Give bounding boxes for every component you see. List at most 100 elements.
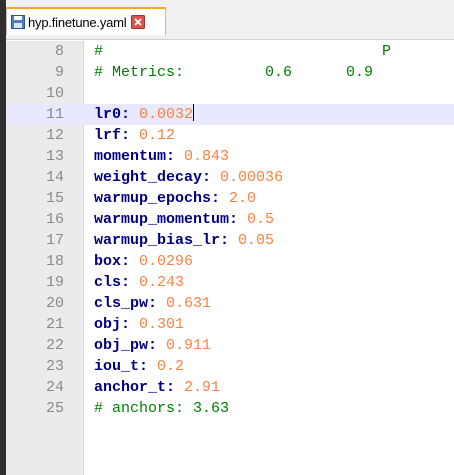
yaml-key: lrf bbox=[94, 127, 122, 144]
yaml-value: 0.631 bbox=[166, 295, 212, 312]
code-text: lrf: 0.12 bbox=[94, 125, 175, 146]
line-number: 8 bbox=[54, 43, 64, 60]
code-line[interactable]: 17 warmup_bias_lr: 0.05 bbox=[6, 230, 454, 251]
line-number: 23 bbox=[45, 358, 64, 375]
yaml-value: 0.05 bbox=[238, 232, 275, 249]
code-line[interactable]: 25 # anchors: 3.63 bbox=[6, 398, 454, 419]
yaml-colon: : bbox=[166, 379, 185, 396]
line-number: 21 bbox=[45, 316, 64, 333]
code-line[interactable]: 12 lrf: 0.12 bbox=[6, 125, 454, 146]
yaml-key: box bbox=[94, 253, 122, 270]
code-text: warmup_momentum: 0.5 bbox=[94, 209, 274, 230]
code-text: warmup_epochs: 2.0 bbox=[94, 188, 256, 209]
yaml-key: anchor_t bbox=[94, 379, 167, 396]
yaml-value: 0.0032 bbox=[139, 106, 194, 123]
yaml-key: weight_decay bbox=[94, 169, 203, 186]
line-number: 15 bbox=[45, 190, 64, 207]
code-line[interactable]: 21 obj: 0.301 bbox=[6, 314, 454, 335]
close-icon[interactable] bbox=[130, 15, 145, 29]
code-line[interactable]: 19 cls: 0.243 bbox=[6, 272, 454, 293]
yaml-colon: : bbox=[220, 232, 239, 249]
code-text: cls_pw: 0.631 bbox=[94, 293, 211, 314]
save-icon bbox=[11, 15, 25, 29]
code-line[interactable]: 20 cls_pw: 0.631 bbox=[6, 293, 454, 314]
code-line[interactable]: 15 warmup_epochs: 2.0 bbox=[6, 188, 454, 209]
yaml-key: obj_pw bbox=[94, 337, 149, 354]
yaml-value: 2.91 bbox=[184, 379, 221, 396]
code-line[interactable]: 13 momentum: 0.843 bbox=[6, 146, 454, 167]
code-line[interactable]: 24 anchor_t: 2.91 bbox=[6, 377, 454, 398]
line-number: 12 bbox=[45, 127, 64, 144]
code-line[interactable]: 10 bbox=[6, 83, 454, 104]
yaml-colon: : bbox=[211, 190, 230, 207]
yaml-colon: : bbox=[121, 127, 140, 144]
yaml-key: warmup_momentum bbox=[94, 211, 230, 228]
code-line[interactable]: 18 box: 0.0296 bbox=[6, 251, 454, 272]
tab-bar: hyp.finetune.yaml bbox=[6, 0, 454, 40]
yaml-key: cls_pw bbox=[94, 295, 149, 312]
yaml-key: momentum bbox=[94, 148, 167, 165]
yaml-key: lr0 bbox=[94, 106, 122, 123]
yaml-colon: : bbox=[139, 358, 158, 375]
yaml-value: 0.00036 bbox=[220, 169, 284, 186]
code-line[interactable]: 22 obj_pw: 0.911 bbox=[6, 335, 454, 356]
yaml-key: cls bbox=[94, 274, 122, 291]
line-number: 19 bbox=[45, 274, 64, 291]
code-text: # anchors: 3.63 bbox=[94, 398, 229, 419]
yaml-value: 0.911 bbox=[166, 337, 212, 354]
yaml-key: iou_t bbox=[94, 358, 140, 375]
line-number: 13 bbox=[45, 148, 64, 165]
yaml-colon: : bbox=[121, 106, 140, 123]
code-text: # P bbox=[94, 41, 391, 62]
yaml-value: 0.301 bbox=[139, 316, 185, 333]
yaml-value: 2.0 bbox=[229, 190, 257, 207]
yaml-value: 0.2 bbox=[157, 358, 185, 375]
tab-hyp-finetune[interactable]: hyp.finetune.yaml bbox=[6, 7, 166, 35]
line-number: 10 bbox=[45, 85, 64, 102]
yaml-colon: : bbox=[229, 211, 248, 228]
editor-window: hyp.finetune.yaml 8 # P 9 # Metrics: 0.6 0.… bbox=[0, 0, 454, 475]
code-editor[interactable]: 8 # P 9 # Metrics: 0.6 0.9 10 11 lr0: 0.0032 12… bbox=[6, 41, 454, 475]
code-line[interactable]: 8 # P bbox=[6, 41, 454, 62]
code-text: warmup_bias_lr: 0.05 bbox=[94, 230, 274, 251]
comment-text: # P bbox=[94, 43, 392, 60]
yaml-colon: : bbox=[121, 316, 140, 333]
line-number: 24 bbox=[45, 379, 64, 396]
yaml-colon: : bbox=[202, 169, 221, 186]
comment-text: # Metrics: 0.6 0.9 bbox=[94, 64, 374, 81]
code-line[interactable]: 23 iou_t: 0.2 bbox=[6, 356, 454, 377]
line-number: 20 bbox=[45, 295, 64, 312]
code-text: iou_t: 0.2 bbox=[94, 356, 184, 377]
code-text: box: 0.0296 bbox=[94, 251, 193, 272]
yaml-colon: : bbox=[166, 148, 185, 165]
line-number: 16 bbox=[45, 211, 64, 228]
line-number: 22 bbox=[45, 337, 64, 354]
yaml-value: 0.12 bbox=[139, 127, 176, 144]
yaml-value: 0.0296 bbox=[139, 253, 194, 270]
code-text: lr0: 0.0032 bbox=[94, 104, 195, 125]
code-text: weight_decay: 0.00036 bbox=[94, 167, 283, 188]
code-text: momentum: 0.843 bbox=[94, 146, 229, 167]
yaml-value: 0.843 bbox=[184, 148, 230, 165]
line-number: 18 bbox=[45, 253, 64, 270]
line-number: 9 bbox=[54, 64, 64, 81]
yaml-colon: : bbox=[121, 253, 140, 270]
line-number: 25 bbox=[45, 400, 64, 417]
code-text: # Metrics: 0.6 0.9 bbox=[94, 62, 373, 83]
text-caret bbox=[193, 104, 195, 121]
code-line[interactable]: 9 # Metrics: 0.6 0.9 bbox=[6, 62, 454, 83]
yaml-key: warmup_epochs bbox=[94, 190, 212, 207]
code-line[interactable]: 14 weight_decay: 0.00036 bbox=[6, 167, 454, 188]
code-line[interactable]: 11 lr0: 0.0032 bbox=[6, 104, 454, 125]
line-number: 17 bbox=[45, 232, 64, 249]
line-number: 14 bbox=[45, 169, 64, 186]
tab-label: hyp.finetune.yaml bbox=[28, 14, 127, 30]
yaml-key: warmup_bias_lr bbox=[94, 232, 221, 249]
yaml-key: obj bbox=[94, 316, 122, 333]
code-text: cls: 0.243 bbox=[94, 272, 184, 293]
yaml-value: 0.243 bbox=[139, 274, 185, 291]
yaml-colon: : bbox=[148, 337, 167, 354]
code-text: anchor_t: 2.91 bbox=[94, 377, 220, 398]
code-line[interactable]: 16 warmup_momentum: 0.5 bbox=[6, 209, 454, 230]
yaml-colon: : bbox=[121, 274, 140, 291]
